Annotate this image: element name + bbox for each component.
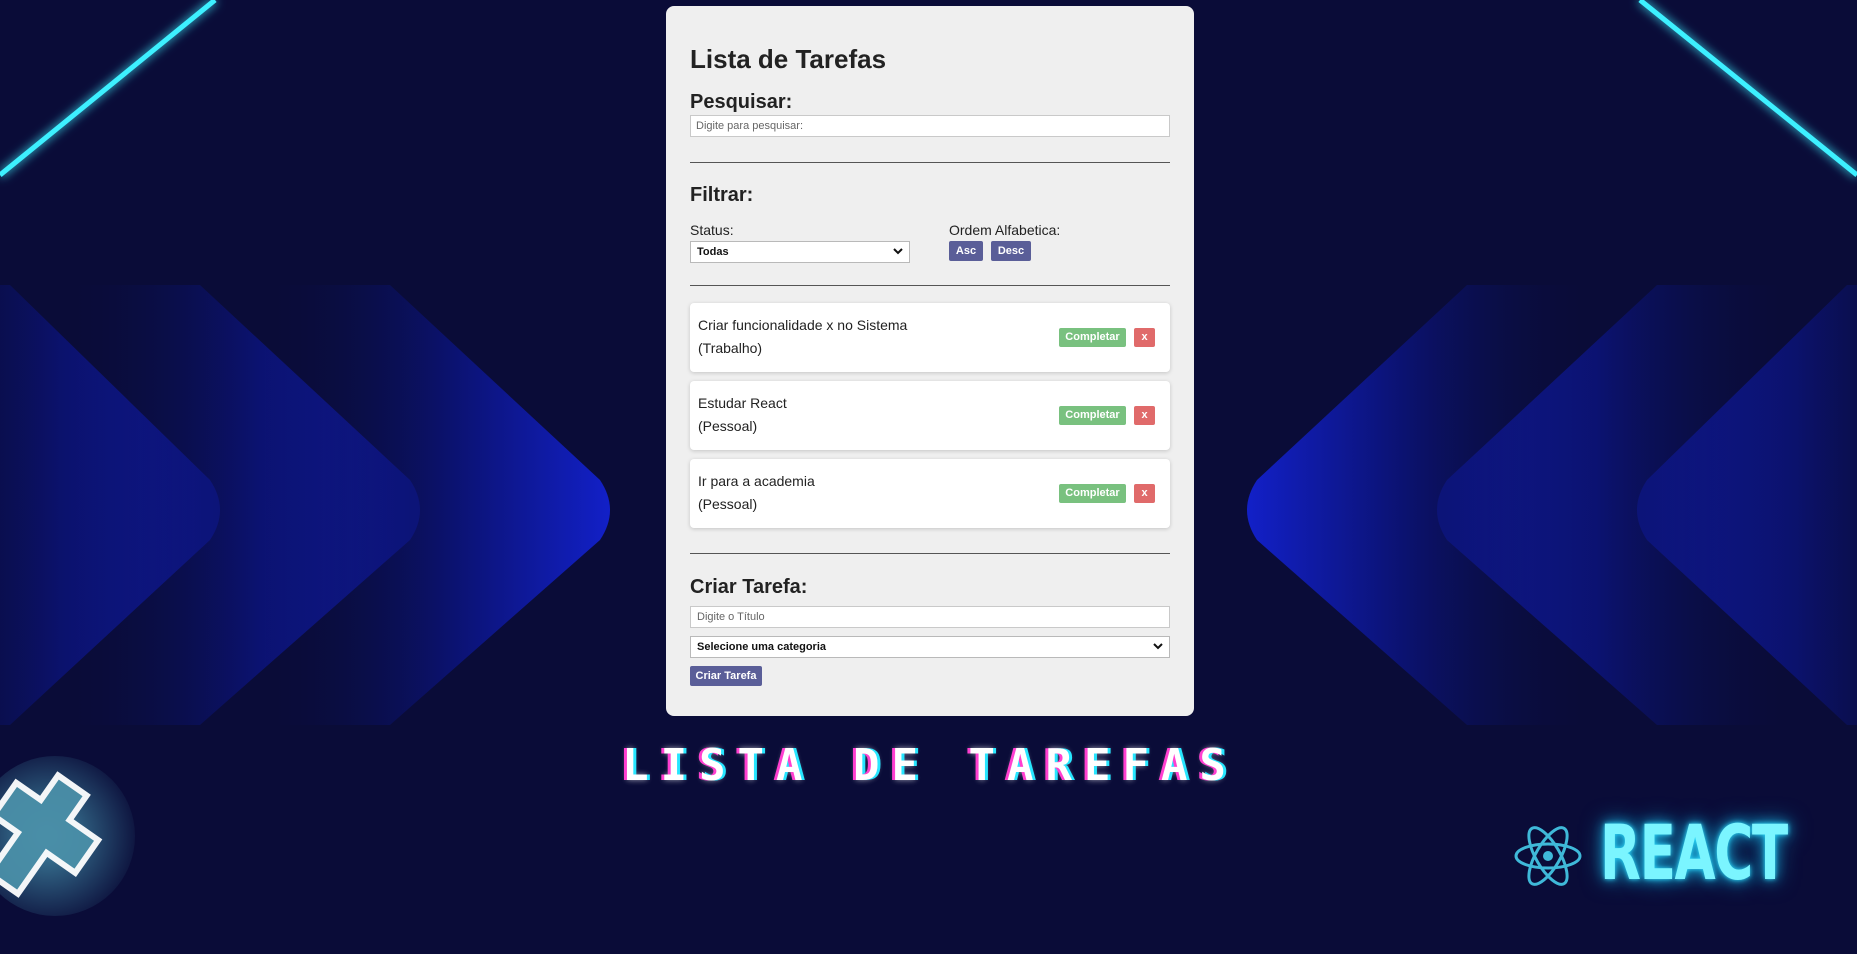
create-task-button[interactable]: Criar Tarefa: [690, 666, 762, 686]
react-atom-icon: [1514, 826, 1582, 886]
todo-category: (Pessoal): [698, 496, 758, 512]
cross-logo-icon: [0, 756, 135, 916]
filter-heading: Filtrar:: [690, 184, 754, 206]
todo-app-card: Lista de Tarefas Pesquisar: Filtrar: Sta…: [666, 6, 1194, 716]
todo-item: Ir para a academia (Pessoal) Completar x: [690, 459, 1170, 528]
complete-button[interactable]: Completar: [1059, 406, 1126, 425]
complete-button[interactable]: Completar: [1059, 328, 1126, 347]
status-select-value: Todas: [697, 246, 729, 258]
remove-button[interactable]: x: [1134, 406, 1155, 425]
todo-category: (Trabalho): [698, 340, 763, 356]
remove-button[interactable]: x: [1134, 484, 1155, 503]
page-title: Lista de Tarefas: [690, 44, 887, 74]
todo-text: Ir para a academia: [698, 473, 815, 489]
todo-category: (Pessoal): [698, 418, 758, 434]
create-heading: Criar Tarefa:: [690, 576, 808, 598]
todo-text: Criar funcionalidade x no Sistema: [698, 317, 908, 333]
category-select[interactable]: Selecione uma categoria: [690, 636, 1170, 658]
order-label: Ordem Alfabetica:: [949, 222, 1061, 238]
divider: [690, 285, 1170, 286]
banner-title: LISTA DE TAREFAS: [622, 740, 1238, 791]
divider: [690, 162, 1170, 163]
react-wordmark: REACT: [1600, 808, 1788, 897]
task-title-input[interactable]: [690, 606, 1170, 628]
complete-button[interactable]: Completar: [1059, 484, 1126, 503]
search-input[interactable]: [690, 115, 1170, 137]
todo-text: Estudar React: [698, 395, 787, 411]
status-label: Status:: [690, 222, 734, 238]
todo-item: Estudar React (Pessoal) Completar x: [690, 381, 1170, 450]
search-heading: Pesquisar:: [690, 91, 793, 113]
divider: [690, 553, 1170, 554]
chevron-down-icon: [1153, 643, 1163, 650]
remove-button[interactable]: x: [1134, 328, 1155, 347]
sort-desc-button[interactable]: Desc: [991, 241, 1031, 261]
todo-item: Criar funcionalidade x no Sistema (Traba…: [690, 303, 1170, 372]
chevron-down-icon: [893, 248, 903, 255]
status-select[interactable]: Todas: [690, 241, 910, 263]
sort-asc-button[interactable]: Asc: [949, 241, 983, 261]
category-select-value: Selecione uma categoria: [697, 641, 826, 653]
